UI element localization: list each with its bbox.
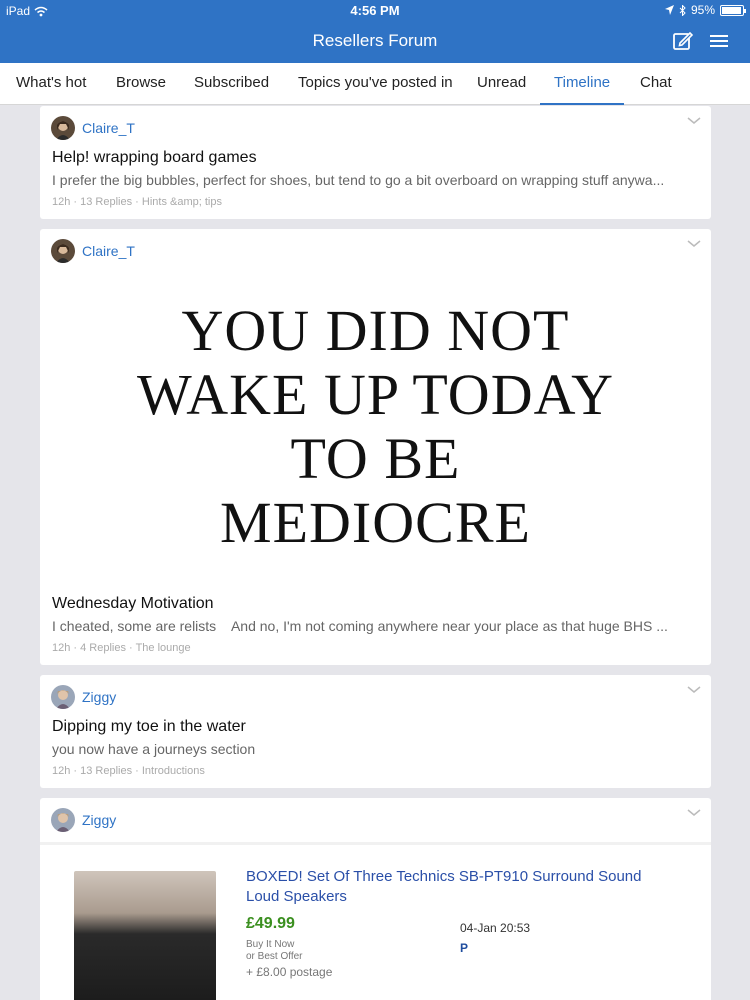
tab-topics-posted-in[interactable]: Topics you've posted in — [298, 63, 453, 105]
post-meta: 12h · 13 Replies · Hints &amp; tips — [52, 196, 222, 208]
location-arrow-icon — [664, 5, 674, 15]
listing-screenshot[interactable]: BOXED! Set Of Three Technics SB-PT910 Su… — [40, 842, 711, 1000]
chevron-down-icon[interactable] — [687, 116, 701, 126]
post-card[interactable]: Ziggy Dipping my toe in the water you no… — [40, 675, 711, 788]
post-meta: 12h · 13 Replies · Introductions — [52, 765, 205, 777]
post-card[interactable]: Claire_T YOU DID NOT WAKE UP TODAY TO BE… — [40, 229, 711, 665]
post-card[interactable]: Ziggy BOXED! Set Of Three Technics SB-PT… — [40, 798, 711, 1000]
chevron-down-icon[interactable] — [687, 685, 701, 695]
bluetooth-icon — [679, 4, 686, 16]
post-image[interactable]: YOU DID NOT WAKE UP TODAY TO BE MEDIOCRE — [40, 277, 711, 577]
best-offer-label: or Best Offer — [246, 951, 303, 962]
tab-chat[interactable]: Chat — [640, 63, 672, 105]
battery-icon — [720, 4, 746, 16]
tab-bar: What's hot Browse Subscribed Topics you'… — [0, 63, 750, 105]
image-text-line: MEDIOCRE — [220, 490, 531, 555]
listing-title: BOXED! Set Of Three Technics SB-PT910 Su… — [246, 868, 642, 905]
post-card[interactable]: Claire_T Help! wrapping board games I pr… — [40, 106, 711, 219]
compose-icon[interactable] — [672, 30, 694, 52]
avatar[interactable] — [51, 239, 75, 263]
status-time: 4:56 PM — [350, 3, 400, 18]
paypal-icon: P — [460, 941, 469, 955]
image-text-line: YOU DID NOT — [181, 298, 570, 363]
page-title: Resellers Forum — [312, 31, 438, 50]
image-text-line: WAKE UP TODAY — [136, 362, 615, 427]
tab-unread[interactable]: Unread — [477, 63, 526, 105]
menu-icon[interactable] — [708, 30, 730, 52]
tab-whats-hot[interactable]: What's hot — [16, 63, 86, 105]
listing-date: 04-Jan 20:53 — [460, 921, 531, 935]
chevron-down-icon[interactable] — [687, 239, 701, 249]
post-meta: 12h · 4 Replies · The lounge — [52, 642, 191, 654]
postage-label: + £8.00 postage — [246, 965, 333, 979]
avatar[interactable] — [51, 116, 75, 140]
post-author[interactable]: Ziggy — [82, 689, 116, 705]
avatar[interactable] — [51, 808, 75, 832]
image-text-line: TO BE — [290, 426, 461, 491]
post-title[interactable]: Help! wrapping board games — [52, 149, 257, 167]
post-snippet: I cheated, some are relists And no, I'm … — [52, 618, 668, 634]
post-author[interactable]: Claire_T — [82, 120, 135, 136]
buy-it-now-label: Buy It Now — [246, 939, 295, 950]
post-title[interactable]: Dipping my toe in the water — [52, 718, 246, 736]
avatar[interactable] — [51, 685, 75, 709]
post-snippet: I prefer the big bubbles, perfect for sh… — [52, 172, 665, 188]
battery-percent: 95% — [690, 3, 715, 17]
post-title[interactable]: Wednesday Motivation — [52, 595, 214, 613]
status-bar: iPad 4:56 PM 95% — [0, 0, 750, 22]
app-header: iPad 4:56 PM 95% Resellers Forum — [0, 0, 750, 63]
post-author[interactable]: Claire_T — [82, 243, 135, 259]
tab-timeline[interactable]: Timeline — [539, 63, 625, 105]
product-photo — [74, 871, 216, 1000]
post-snippet: you now have a journeys section — [52, 741, 256, 757]
listing-price: £49.99 — [246, 915, 295, 932]
post-author[interactable]: Ziggy — [82, 812, 116, 828]
tab-subscribed[interactable]: Subscribed — [194, 63, 269, 105]
tab-browse[interactable]: Browse — [116, 63, 166, 105]
chevron-down-icon[interactable] — [687, 808, 701, 818]
